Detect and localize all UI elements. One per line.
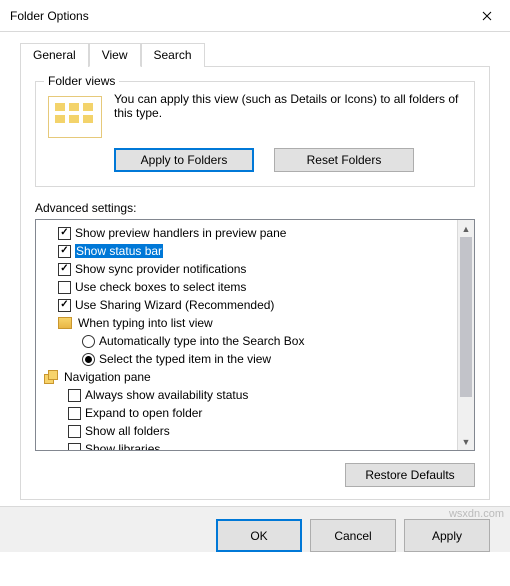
option-always-availability[interactable]: Always show availability status [40,386,470,404]
scroll-down-icon[interactable]: ▼ [458,433,474,450]
option-use-checkboxes[interactable]: Use check boxes to select items [40,278,470,296]
group-navigation-pane: Navigation pane [40,368,470,386]
advanced-label: Advanced settings: [35,201,475,215]
checkbox-icon[interactable] [68,389,81,402]
checkbox-icon[interactable] [58,299,71,312]
restore-defaults-button[interactable]: Restore Defaults [345,463,475,487]
ok-button[interactable]: OK [216,519,302,552]
checkbox-icon[interactable] [58,245,71,258]
reset-folders-button[interactable]: Reset Folders [274,148,414,172]
radio-icon[interactable] [82,335,95,348]
checkbox-icon[interactable] [58,227,71,240]
radio-icon[interactable] [82,353,95,366]
option-show-sync[interactable]: Show sync provider notifications [40,260,470,278]
nav-pane-icon [44,370,58,384]
folder-views-title: Folder views [44,74,119,88]
window-title: Folder Options [10,9,464,23]
option-show-preview[interactable]: Show preview handlers in preview pane [40,224,470,242]
tab-search[interactable]: Search [141,43,205,67]
folder-views-icon [48,96,102,138]
option-auto-type[interactable]: Automatically type into the Search Box [40,332,470,350]
checkbox-icon[interactable] [58,281,71,294]
option-show-libraries[interactable]: Show libraries [40,440,470,451]
scroll-thumb[interactable] [460,237,472,397]
option-show-all-folders[interactable]: Show all folders [40,422,470,440]
cancel-button[interactable]: Cancel [310,519,396,552]
folder-views-description: You can apply this view (such as Details… [114,92,462,120]
close-icon [482,11,492,21]
checkbox-icon[interactable] [68,425,81,438]
scroll-track[interactable] [458,237,474,433]
scroll-up-icon[interactable]: ▲ [458,220,474,237]
checkbox-icon[interactable] [68,443,81,452]
scrollbar[interactable]: ▲ ▼ [457,220,474,450]
advanced-settings-box: Show preview handlers in preview pane Sh… [35,219,475,451]
apply-to-folders-button[interactable]: Apply to Folders [114,148,254,172]
option-show-status-bar[interactable]: Show status bar [40,242,470,260]
option-expand-open[interactable]: Expand to open folder [40,404,470,422]
group-typing: When typing into list view [40,314,470,332]
checkbox-icon[interactable] [58,263,71,276]
tab-panel-view: Folder views You can apply this view (su… [20,66,490,500]
apply-button[interactable]: Apply [404,519,490,552]
option-select-typed[interactable]: Select the typed item in the view [40,350,470,368]
close-button[interactable] [464,0,510,32]
tab-strip: General View Search [20,42,490,66]
tab-general[interactable]: General [20,43,89,67]
option-use-sharing-wizard[interactable]: Use Sharing Wizard (Recommended) [40,296,470,314]
dialog-footer: OK Cancel Apply [0,506,510,552]
titlebar: Folder Options [0,0,510,32]
checkbox-icon[interactable] [68,407,81,420]
folder-icon [58,317,72,329]
dialog-content: General View Search Folder views You can… [0,32,510,500]
tab-view[interactable]: View [89,43,141,67]
folder-views-group: Folder views You can apply this view (su… [35,81,475,187]
